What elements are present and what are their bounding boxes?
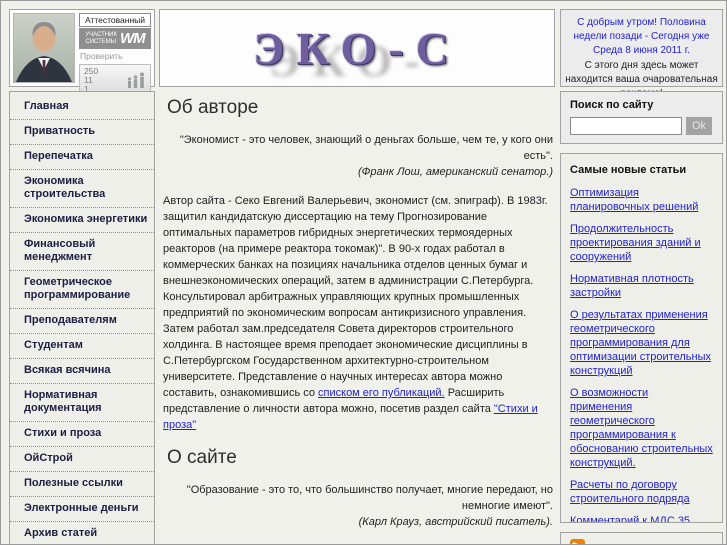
sidebar-item-geometric-programming[interactable]: Геометрическое программирование bbox=[10, 271, 154, 309]
greeting-box: С добрым утром! Половина недели позади -… bbox=[560, 9, 723, 99]
article-link-2[interactable]: Нормативная плотность застройки bbox=[570, 272, 713, 300]
about-site-title: О сайте bbox=[167, 447, 237, 468]
sidebar-item-poems-prose[interactable]: Стихи и проза bbox=[10, 422, 154, 447]
people-counter-icon bbox=[126, 72, 146, 90]
article-link-3[interactable]: О результатах применения геометрического… bbox=[570, 308, 713, 378]
article-link-1[interactable]: Продолжительность проектирования зданий … bbox=[570, 222, 713, 264]
header-author-badge: Аттестованный УЧАСТНИК СИСТЕМЫ WM Провер… bbox=[9, 9, 155, 97]
main-content: Об авторе "Экономист - это человек, знаю… bbox=[161, 89, 555, 544]
site-logo: ЭКО-С bbox=[253, 22, 461, 74]
epigraph-text: "Экономист - это человек, знающий о день… bbox=[179, 134, 553, 162]
article-link-6[interactable]: Комментарий к МДС 35 bbox=[570, 514, 713, 522]
article-link-0[interactable]: Оптимизация планировочных решений bbox=[570, 186, 713, 214]
sidebar-item-misc[interactable]: Всякая всячина bbox=[10, 359, 154, 384]
rss-icon bbox=[570, 539, 585, 544]
sidebar-item-article-archive[interactable]: Архив статей bbox=[10, 522, 154, 544]
wm-verify-link[interactable]: Проверить bbox=[80, 51, 151, 61]
article-link-4[interactable]: О возможности применения геометрического… bbox=[570, 386, 713, 470]
author-bio-text: Автор сайта - Секо Евгений Валерьевич, э… bbox=[163, 195, 548, 399]
greeting-date-text: С добрым утром! Половина недели позади -… bbox=[573, 17, 710, 56]
about-author-paragraph: Автор сайта - Секо Евгений Валерьевич, э… bbox=[163, 193, 555, 433]
sidebar-item-home[interactable]: Главная bbox=[10, 95, 154, 120]
search-input[interactable] bbox=[570, 117, 682, 135]
sidebar-item-construction-economics[interactable]: Экономика строительства bbox=[10, 170, 154, 208]
site-epigraph: "Образование - это то, что большинство п… bbox=[161, 482, 553, 530]
sidebar-item-useful-links[interactable]: Полезные ссылки bbox=[10, 472, 154, 497]
sidebar-item-for-teachers[interactable]: Преподавателям bbox=[10, 309, 154, 334]
article-link-5[interactable]: Расчеты по договору строительного подряд… bbox=[570, 478, 713, 506]
site-epigraph-text: "Образование - это то, что большинство п… bbox=[186, 484, 553, 512]
sidebar-item-e-money[interactable]: Электронные деньги bbox=[10, 497, 154, 522]
search-title: Поиск по сайту bbox=[570, 99, 654, 111]
sidebar-item-energy-economics[interactable]: Экономика энергетики bbox=[10, 208, 154, 233]
right-column: Поиск по сайту Ok Самые новые статьи Опт… bbox=[560, 91, 723, 544]
site-logo-banner: ЭКО-С ЭКО-С bbox=[159, 9, 555, 87]
sidebar-item-reprint[interactable]: Перепечатка bbox=[10, 145, 154, 170]
sidebar-item-financial-management[interactable]: Финансовый менеджмент bbox=[10, 233, 154, 271]
wm-certified-label[interactable]: Аттестованный bbox=[79, 13, 151, 27]
newest-articles-title: Самые новые статьи bbox=[570, 164, 687, 176]
wm-banner[interactable]: УЧАСТНИК СИСТЕМЫ WM bbox=[79, 28, 151, 49]
page: Аттестованный УЧАСТНИК СИСТЕМЫ WM Провер… bbox=[0, 0, 727, 545]
author-photo bbox=[13, 13, 75, 83]
search-ok-button[interactable]: Ok bbox=[686, 117, 713, 135]
newest-articles: Самые новые статьи Оптимизация планирово… bbox=[560, 153, 723, 523]
rss-box: RSS Статьи bbox=[560, 532, 723, 544]
sidebar-item-normative-docs[interactable]: Нормативная документация bbox=[10, 384, 154, 422]
about-author-title: Об авторе bbox=[167, 97, 259, 118]
sidebar-item-oistroy[interactable]: ОйСтрой bbox=[10, 447, 154, 472]
site-search: Поиск по сайту Ok bbox=[560, 91, 723, 144]
left-nav: Главная Приватность Перепечатка Экономик… bbox=[9, 91, 155, 544]
sidebar-item-privacy[interactable]: Приватность bbox=[10, 120, 154, 145]
epigraph-attribution: (Франк Лош, американский сенатор.) bbox=[358, 166, 553, 178]
site-epigraph-attribution: (Карл Крауз, австрийский писатель). bbox=[358, 516, 553, 528]
wm-logo: WM bbox=[119, 30, 146, 47]
sidebar-item-for-students[interactable]: Студентам bbox=[10, 334, 154, 359]
wm-member-label: УЧАСТНИК СИСТЕМЫ bbox=[85, 31, 117, 45]
publications-link[interactable]: списком его публикаций. bbox=[318, 387, 445, 399]
author-epigraph: "Экономист - это человек, знающий о день… bbox=[161, 132, 553, 180]
